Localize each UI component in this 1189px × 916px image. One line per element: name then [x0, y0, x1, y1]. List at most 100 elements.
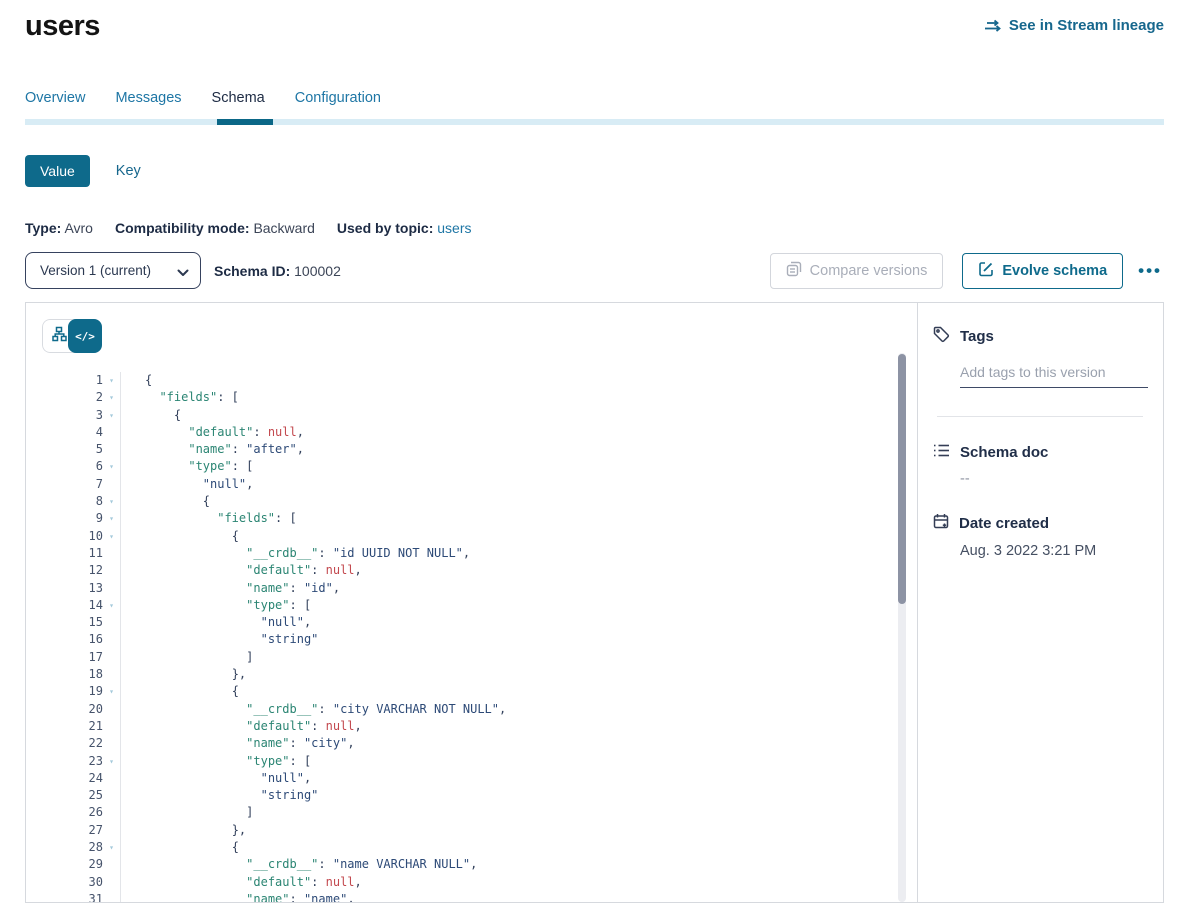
line-number: 18: [42, 666, 103, 683]
line-gutter: 7: [42, 476, 121, 493]
code-line-content: {: [121, 372, 152, 389]
line-number: 29: [42, 856, 103, 873]
code-line: 3▾{: [42, 407, 917, 424]
schema-doc-heading: Schema doc: [933, 443, 1143, 462]
more-options-button[interactable]: •••: [1136, 258, 1164, 283]
code-line: 14▾"type": [: [42, 597, 917, 614]
tab-configuration[interactable]: Configuration: [295, 90, 381, 119]
code-line: 19▾{: [42, 683, 917, 700]
line-number: 9: [42, 510, 103, 527]
line-number: 10: [42, 528, 103, 545]
code-line-content: "fields": [: [121, 389, 239, 406]
fold-arrow-icon[interactable]: ▾: [103, 372, 120, 389]
line-number: 5: [42, 441, 103, 458]
code-line-content: "string": [121, 631, 318, 648]
line-gutter: 17: [42, 649, 121, 666]
value-key-toggle: Value Key: [25, 155, 1164, 187]
calendar-plus-icon: [933, 513, 949, 534]
line-gutter: 5: [42, 441, 121, 458]
value-toggle-button[interactable]: Value: [25, 155, 90, 187]
line-gutter: 4: [42, 424, 121, 441]
line-gutter: 29: [42, 856, 121, 873]
fold-arrow-icon[interactable]: ▾: [103, 597, 120, 614]
line-gutter: 18: [42, 666, 121, 683]
line-gutter: 3▾: [42, 407, 121, 424]
schema-doc-section: Schema doc --: [933, 443, 1143, 487]
key-toggle-button[interactable]: Key: [116, 163, 141, 179]
fold-arrow-icon[interactable]: ▾: [103, 528, 120, 545]
line-number: 2: [42, 389, 103, 406]
page-title: users: [25, 10, 100, 43]
line-number: 26: [42, 804, 103, 821]
line-number: 12: [42, 562, 103, 579]
code-lines: 1▾{2▾"fields": [3▾{4"default": null,5"na…: [42, 372, 917, 902]
code-line: 20"__crdb__": "city VARCHAR NOT NULL",: [42, 701, 917, 718]
editor-scrollbar-track[interactable]: [898, 353, 906, 902]
code-line: 28▾{: [42, 839, 917, 856]
evolve-schema-button[interactable]: Evolve schema: [962, 253, 1123, 289]
code-line-content: "name": "after",: [121, 441, 304, 458]
code-line: 12"default": null,: [42, 562, 917, 579]
compat-value: Backward: [253, 220, 314, 236]
line-gutter: 25: [42, 787, 121, 804]
code-line: 22"name": "city",: [42, 735, 917, 752]
fold-arrow-icon[interactable]: ▾: [103, 839, 120, 856]
tab-schema[interactable]: Schema: [212, 90, 265, 119]
date-created-heading: Date created: [933, 513, 1143, 534]
code-line-content: {: [121, 839, 239, 856]
line-number: 8: [42, 493, 103, 510]
tab-bar: Overview Messages Schema Configuration: [25, 90, 1164, 125]
fold-arrow-icon[interactable]: ▾: [103, 683, 120, 700]
code-editor[interactable]: 1▾{2▾"fields": [3▾{4"default": null,5"na…: [42, 372, 917, 902]
add-tags-input[interactable]: [960, 362, 1148, 388]
line-number: 16: [42, 631, 103, 648]
compare-versions-button[interactable]: Compare versions: [770, 253, 944, 289]
fold-arrow-icon[interactable]: ▾: [103, 389, 120, 406]
fold-arrow-icon[interactable]: ▾: [103, 493, 120, 510]
line-number: 11: [42, 545, 103, 562]
line-gutter: 9▾: [42, 510, 121, 527]
tab-overview[interactable]: Overview: [25, 90, 85, 119]
fold-arrow-icon[interactable]: ▾: [103, 458, 120, 475]
code-line-content: "default": null,: [121, 874, 362, 891]
line-gutter: 14▾: [42, 597, 121, 614]
line-gutter: 1▾: [42, 372, 121, 389]
code-line-content: },: [121, 666, 246, 683]
topic-link[interactable]: users: [437, 220, 471, 236]
active-tab-indicator: [217, 119, 273, 125]
line-number: 25: [42, 787, 103, 804]
schema-doc-label: Schema doc: [960, 444, 1048, 461]
see-in-stream-lineage-link[interactable]: See in Stream lineage: [984, 17, 1164, 34]
code-line: 1▾{: [42, 372, 917, 389]
line-gutter: 10▾: [42, 528, 121, 545]
fold-arrow-icon[interactable]: ▾: [103, 753, 120, 770]
line-gutter: 2▾: [42, 389, 121, 406]
line-number: 6: [42, 458, 103, 475]
line-number: 13: [42, 580, 103, 597]
code-line-content: "default": null,: [121, 718, 362, 735]
code-line-content: "type": [: [121, 753, 311, 770]
fold-arrow-icon[interactable]: ▾: [103, 407, 120, 424]
code-line-content: "type": [: [121, 597, 311, 614]
code-line: 17]: [42, 649, 917, 666]
code-line-content: "__crdb__": "id UUID NOT NULL",: [121, 545, 470, 562]
fold-arrow-icon[interactable]: ▾: [103, 510, 120, 527]
code-view-button[interactable]: </>: [68, 319, 102, 353]
schema-card: </> 1▾{2▾"fields": [3▾{4"default": null,…: [25, 302, 1164, 903]
version-select[interactable]: Version 1 (current): [25, 252, 201, 289]
code-line: 18},: [42, 666, 917, 683]
version-select-wrap: Version 1 (current): [25, 252, 201, 289]
line-number: 15: [42, 614, 103, 631]
code-line: 7"null",: [42, 476, 917, 493]
tab-messages[interactable]: Messages: [115, 90, 181, 119]
line-gutter: 22: [42, 735, 121, 752]
code-line-content: "fields": [: [121, 510, 297, 527]
used-by-topic: Used by topic: users: [337, 220, 472, 236]
code-line: 21"default": null,: [42, 718, 917, 735]
editor-scrollbar-thumb[interactable]: [898, 354, 906, 604]
line-gutter: 28▾: [42, 839, 121, 856]
code-line: 26]: [42, 804, 917, 821]
stream-lineage-icon: [984, 19, 1002, 33]
line-gutter: 30: [42, 874, 121, 891]
date-created-value: Aug. 3 2022 3:21 PM: [960, 543, 1143, 559]
